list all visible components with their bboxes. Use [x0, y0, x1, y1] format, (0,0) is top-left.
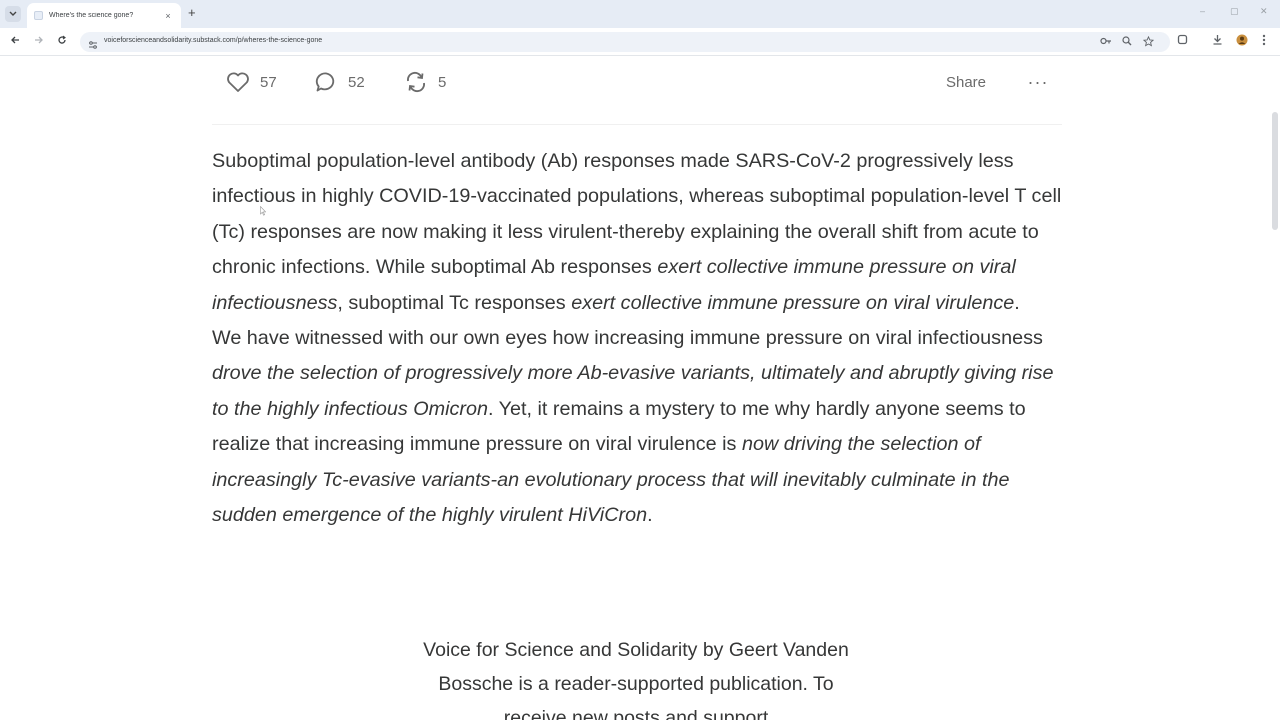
- subscribe-blurb: Voice for Science and Solidarity by Geer…: [423, 639, 849, 720]
- text-run: We have witnessed with our own eyes how …: [212, 327, 1043, 350]
- share-button[interactable]: Share: [928, 66, 1004, 98]
- minimize-button[interactable]: –: [1200, 6, 1205, 16]
- scrollbar[interactable]: [1272, 112, 1278, 230]
- like-button[interactable]: 57: [226, 66, 277, 98]
- paragraph: We have witnessed with our own eyes how …: [212, 321, 1062, 533]
- tab-close-icon[interactable]: ×: [162, 11, 174, 21]
- text-run: .: [1014, 291, 1020, 314]
- new-tab-button[interactable]: +: [188, 6, 196, 20]
- close-window-button[interactable]: ✕: [1260, 6, 1268, 17]
- profile-icon[interactable]: [1236, 34, 1248, 49]
- back-icon[interactable]: [10, 35, 20, 49]
- tab-list-icon[interactable]: [5, 6, 21, 22]
- heart-icon: [227, 72, 249, 92]
- restack-button[interactable]: 5: [404, 66, 446, 98]
- zoom-icon[interactable]: [1122, 36, 1132, 48]
- favicon-icon: [34, 11, 43, 20]
- comment-count: 52: [348, 73, 365, 91]
- browser-toolbar: voiceforscienceandsolidarity.substack.co…: [0, 28, 1280, 56]
- site-info-icon[interactable]: [88, 37, 98, 49]
- bookmark-star-icon[interactable]: [1142, 35, 1155, 49]
- italic-text-run: exert collective immune pressure on vira…: [571, 291, 1015, 314]
- password-key-icon[interactable]: [1100, 36, 1112, 48]
- download-icon[interactable]: [1212, 34, 1223, 48]
- comment-icon: [315, 72, 335, 92]
- extensions-icon[interactable]: [1177, 34, 1188, 48]
- cursor-icon: [260, 206, 266, 216]
- comment-button[interactable]: 52: [315, 66, 365, 98]
- text-run: , suboptimal Tc responses: [337, 291, 572, 314]
- restack-icon: [407, 71, 425, 93]
- reload-icon[interactable]: [57, 35, 67, 49]
- article-body: Suboptimal population-level antibody (Ab…: [212, 144, 1062, 533]
- maximize-button[interactable]: ▢: [1230, 6, 1239, 17]
- forward-icon[interactable]: [34, 35, 44, 49]
- active-tab[interactable]: Where's the science gone? ×: [27, 3, 181, 28]
- post-action-bar: 57 52 5 Share ···: [212, 60, 1062, 104]
- tab-strip: Where's the science gone? × + – ▢ ✕: [0, 0, 1280, 28]
- text-run: .: [647, 504, 653, 527]
- paragraph: Suboptimal population-level antibody (Ab…: [212, 144, 1062, 321]
- url-text: voiceforscienceandsolidarity.substack.co…: [104, 37, 323, 44]
- like-count: 57: [260, 73, 277, 91]
- tab-title: Where's the science gone?: [49, 12, 134, 19]
- more-options-button[interactable]: ···: [1020, 66, 1056, 98]
- menu-icon[interactable]: [1262, 34, 1266, 49]
- divider: [212, 124, 1062, 125]
- address-bar[interactable]: voiceforscienceandsolidarity.substack.co…: [80, 32, 1170, 52]
- restack-count: 5: [438, 73, 447, 91]
